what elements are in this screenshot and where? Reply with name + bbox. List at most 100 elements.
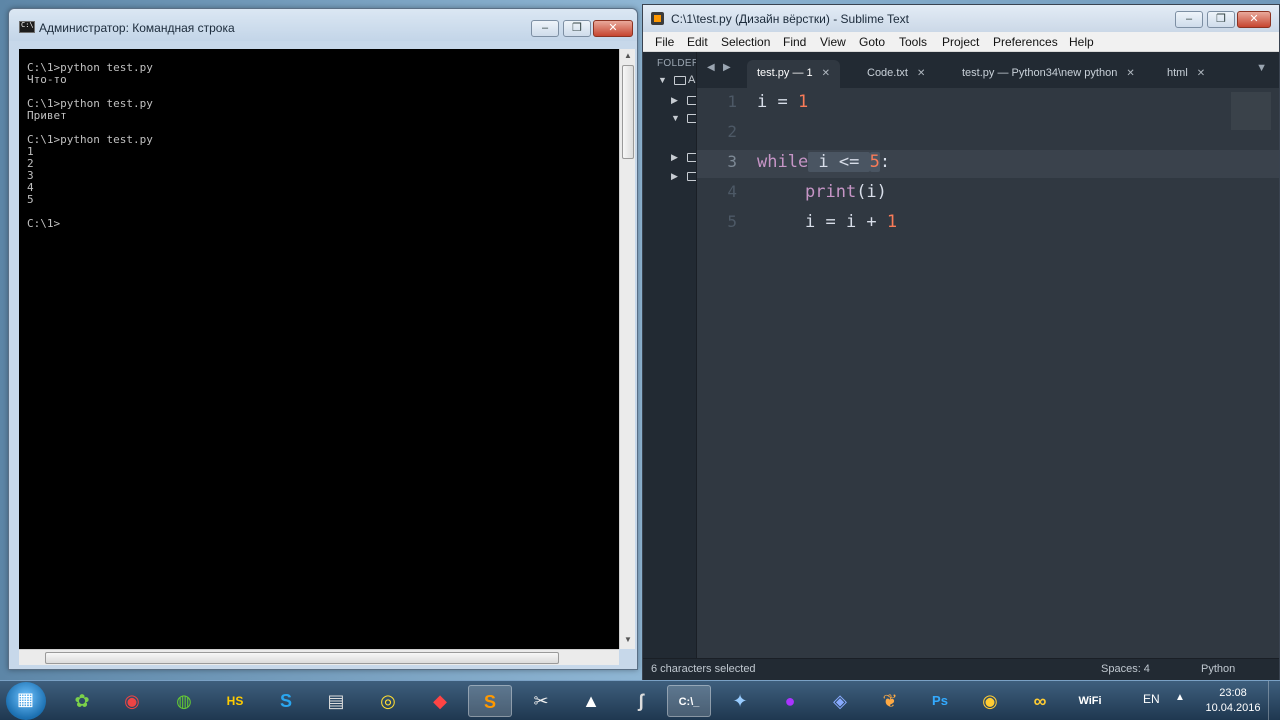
wifi-icon[interactable]: WiFi <box>1068 685 1112 717</box>
tab-prev-icon[interactable]: ◀ <box>707 62 715 73</box>
cmd-titlebar[interactable]: Администратор: Командная строка – ❐ ✕ <box>9 9 637 41</box>
close-tab-icon[interactable]: ✕ <box>822 68 830 79</box>
indentation-setting[interactable]: Spaces: 4 <box>1101 663 1150 675</box>
clock-date: 10.04.2016 <box>1205 702 1261 714</box>
network-icon[interactable]: ◎ <box>366 685 410 717</box>
close-tab-icon[interactable]: ✕ <box>917 68 925 79</box>
menu-help[interactable]: Help <box>1069 35 1094 49</box>
tab-overflow-icon[interactable]: ▼ <box>1256 62 1267 74</box>
menu-goto[interactable]: Goto <box>859 35 885 49</box>
menu-project[interactable]: Project <box>942 35 979 49</box>
menu-view[interactable]: View <box>820 35 846 49</box>
palm-icon[interactable]: ❦ <box>868 685 912 717</box>
start-button[interactable] <box>6 682 46 720</box>
globe-icon[interactable]: ◍ <box>162 685 206 717</box>
folder-name[interactable]: A <box>688 74 695 86</box>
orb-icon[interactable]: ● <box>768 685 812 717</box>
line-number: 5 <box>727 212 737 231</box>
folder-icon[interactable] <box>687 96 696 105</box>
sublime-app-icon <box>651 12 664 25</box>
cmd-horizontal-scrollbar[interactable] <box>19 649 619 665</box>
clock-time: 23:08 <box>1219 687 1247 699</box>
minimize-button[interactable]: – <box>1175 11 1203 28</box>
archive-icon[interactable]: ▤ <box>314 685 358 717</box>
expand-arrow-icon[interactable]: ▼ <box>658 75 667 85</box>
menu-tools[interactable]: Tools <box>899 35 927 49</box>
scrollbar-thumb[interactable] <box>622 65 634 159</box>
status-bar: 6 characters selected Spaces: 4 Python <box>643 658 1279 680</box>
git-icon[interactable]: ◆ <box>418 685 462 717</box>
cmd-vertical-scrollbar[interactable]: ▲ ▼ <box>619 49 635 649</box>
line-number: 3 <box>727 152 737 171</box>
skype-icon[interactable]: S <box>264 685 308 717</box>
cmd-console-output[interactable]: C:\1>python test.py Что-то C:\1>python t… <box>19 49 619 649</box>
collapse-arrow-icon[interactable]: ▶ <box>671 152 678 163</box>
line-number: 2 <box>727 122 737 141</box>
folder-icon[interactable] <box>687 114 696 123</box>
rings-icon[interactable]: ∞ <box>1018 685 1062 717</box>
cmd-window-title: Администратор: Командная строка <box>39 21 235 35</box>
syntax-setting[interactable]: Python <box>1201 663 1235 675</box>
code-editor[interactable]: 1 2 3 4 5 i = 1 while i <= 5: print(i) i… <box>697 88 1279 660</box>
collapse-arrow-icon[interactable]: ▶ <box>671 95 678 106</box>
close-button[interactable]: ✕ <box>593 20 633 37</box>
folder-icon[interactable] <box>674 76 686 85</box>
scroll-down-arrow-icon[interactable]: ▼ <box>623 635 633 644</box>
cmd-icon[interactable]: C:\_ <box>667 685 711 717</box>
folder-icon[interactable] <box>687 153 696 162</box>
chrome-canary-icon[interactable]: ◉ <box>968 685 1012 717</box>
wave-icon[interactable]: ʃ <box>619 685 663 717</box>
folder-icon[interactable] <box>687 172 696 181</box>
line-number: 4 <box>727 182 737 201</box>
language-indicator[interactable]: EN <box>1143 692 1160 706</box>
scissors-icon[interactable]: ✂ <box>519 685 563 717</box>
sidebar: FOLDER ▼ A ▶ ▼ ▶ ▶ <box>643 52 697 660</box>
console-line: Привет <box>27 109 67 122</box>
tab-code-txt[interactable]: Code.txt ✕ <box>857 60 935 88</box>
collapse-arrow-icon[interactable]: ▶ <box>671 171 678 182</box>
menu-preferences[interactable]: Preferences <box>993 35 1058 49</box>
expand-arrow-icon[interactable]: ▼ <box>671 113 680 123</box>
tab-test-py-1[interactable]: test.py — 1 ✕ <box>747 60 841 88</box>
close-tab-icon[interactable]: ✕ <box>1126 68 1134 79</box>
folders-label: FOLDER <box>657 58 697 69</box>
close-button[interactable]: ✕ <box>1237 11 1271 28</box>
maximize-button[interactable]: ❐ <box>563 20 591 37</box>
tab-label: test.py — Python34\new python <box>962 67 1118 79</box>
sublime-icon[interactable]: S <box>468 685 512 717</box>
minimap[interactable] <box>1231 92 1271 130</box>
line-number: 1 <box>727 92 737 111</box>
menu-selection[interactable]: Selection <box>721 35 770 49</box>
arc-icon[interactable]: ▲ <box>569 685 613 717</box>
menu-find[interactable]: Find <box>783 35 806 49</box>
menu-file[interactable]: File <box>655 35 674 49</box>
sublime-window: C:\1\test.py (Дизайн вёрстки) - Sublime … <box>642 4 1280 680</box>
cmd-window: Администратор: Командная строка – ❐ ✕ C:… <box>8 8 638 670</box>
tab-next-icon[interactable]: ▶ <box>723 62 731 73</box>
chrome-icon[interactable]: ◉ <box>110 685 154 717</box>
console-line: 5 <box>27 193 34 206</box>
code-line-1: i = 1 <box>757 92 809 112</box>
maximize-button[interactable]: ❐ <box>1207 11 1235 28</box>
cube-icon[interactable]: ◈ <box>818 685 862 717</box>
menu-bar: File Edit Selection Find View Goto Tools… <box>643 32 1279 52</box>
menu-edit[interactable]: Edit <box>687 35 708 49</box>
code-line-4: print(i) <box>805 182 887 202</box>
tab-html[interactable]: html ✕ <box>1157 60 1215 88</box>
show-desktop-button[interactable] <box>1268 681 1280 720</box>
tool-icon[interactable]: ✦ <box>718 685 762 717</box>
scroll-up-arrow-icon[interactable]: ▲ <box>623 51 633 60</box>
tab-test-py-python34[interactable]: test.py — Python34\new python ✕ <box>952 60 1145 88</box>
hs-icon[interactable]: HS <box>213 685 257 717</box>
sublime-titlebar[interactable]: C:\1\test.py (Дизайн вёрстки) - Sublime … <box>643 5 1279 32</box>
selected-text: i <= <box>808 152 870 172</box>
tray-overflow-icon[interactable]: ▲ <box>1175 692 1185 703</box>
code-line-5: i = i + 1 <box>805 212 898 232</box>
close-tab-icon[interactable]: ✕ <box>1197 68 1205 79</box>
minimize-button[interactable]: – <box>531 20 559 37</box>
cmd-app-icon <box>19 21 35 33</box>
clock[interactable]: 23:08 10.04.2016 <box>1200 686 1266 716</box>
scrollbar-thumb[interactable] <box>45 652 559 664</box>
leaf-icon[interactable]: ✿ <box>60 685 104 717</box>
photoshop-icon[interactable]: Ps <box>918 685 962 717</box>
